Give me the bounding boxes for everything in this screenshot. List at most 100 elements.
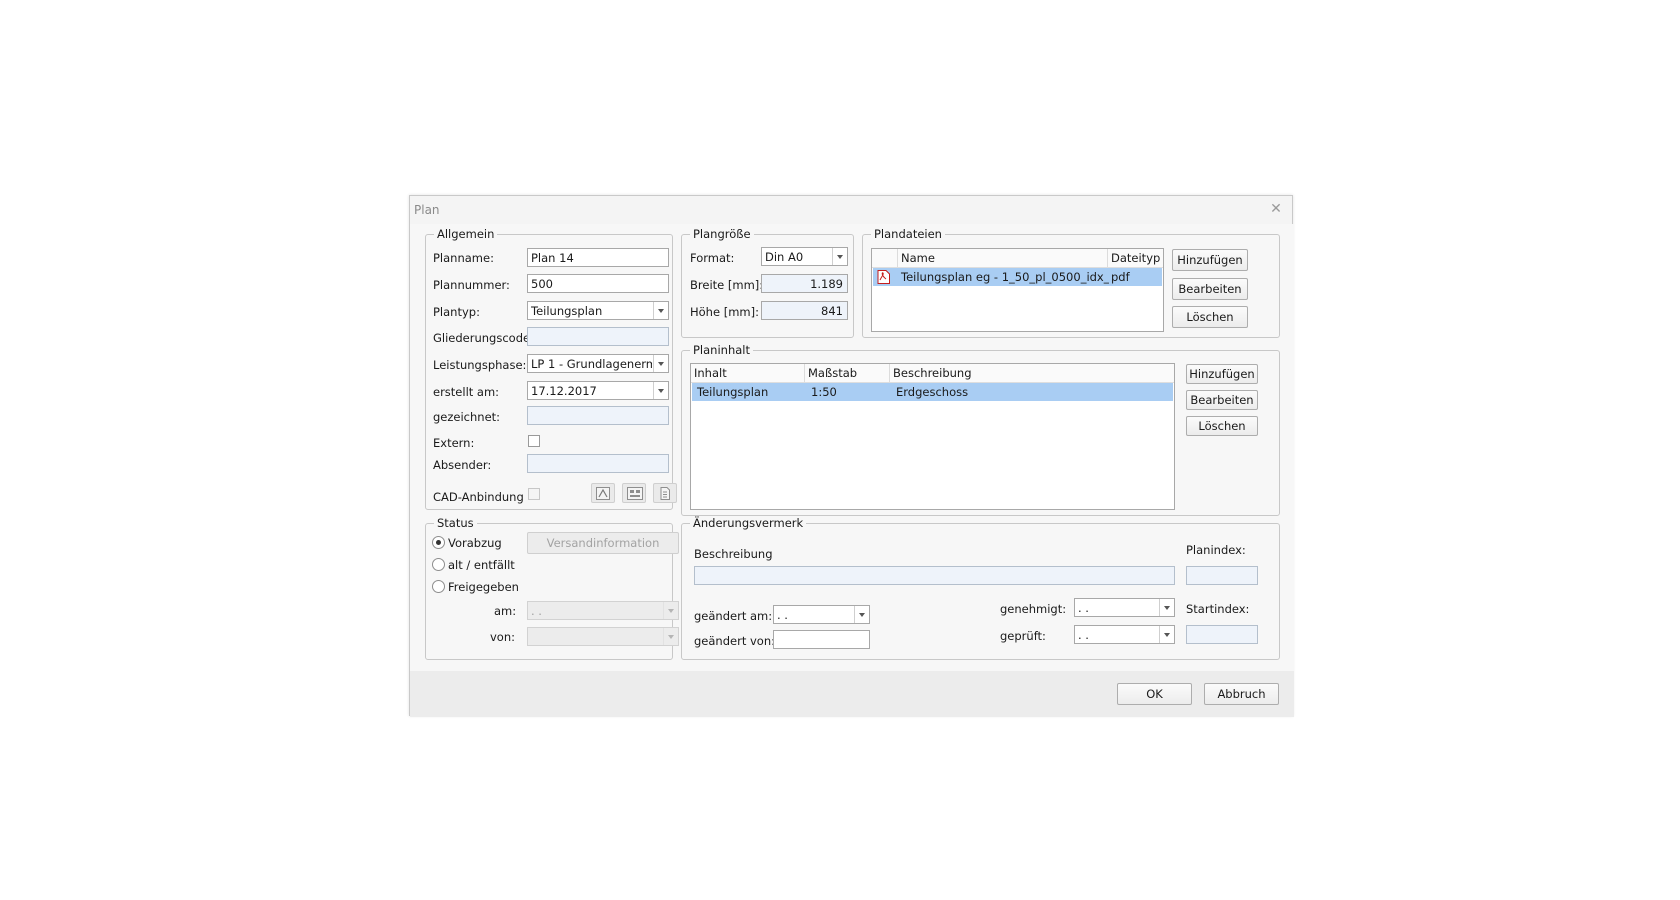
planinhalt-delete-button[interactable]: Löschen	[1186, 416, 1258, 436]
gezeichnet-input[interactable]	[527, 406, 669, 425]
plandateien-list[interactable]: Name Dateityp Teilungsplan eg - 1_50_pl_…	[871, 248, 1164, 332]
cancel-button[interactable]: Abbruch	[1204, 683, 1279, 705]
planinhalt-header: Inhalt Maßstab Beschreibung	[691, 364, 1174, 383]
beschreibung-cell: Erdgeschoss	[896, 385, 969, 399]
dwg-icon-button[interactable]	[622, 483, 646, 503]
plandateien-add-button[interactable]: Hinzufügen	[1172, 249, 1248, 271]
startindex-input[interactable]	[1186, 625, 1258, 644]
geprueft-value: . .	[1078, 628, 1089, 642]
format-select[interactable]: Din A0	[761, 247, 848, 266]
group-plandateien: Plandateien Name Dateityp Teilungsplan e…	[862, 227, 1280, 338]
planinhalt-add-button[interactable]: Hinzufügen	[1186, 364, 1258, 384]
am-label: am:	[494, 604, 517, 618]
chevron-down-icon[interactable]	[653, 382, 668, 399]
plannummer-input[interactable]	[527, 274, 669, 293]
legend-status: Status	[434, 516, 477, 530]
legend-allgemein: Allgemein	[434, 227, 498, 241]
column-dateityp[interactable]: Dateityp	[1108, 249, 1163, 267]
beschreibung-label: Beschreibung	[694, 547, 773, 561]
dialog-title: Plan	[414, 203, 440, 217]
document-icon	[660, 487, 670, 500]
geprueft-date-picker[interactable]: . .	[1074, 625, 1175, 644]
chevron-down-icon[interactable]	[854, 606, 869, 623]
column-name[interactable]: Name	[898, 249, 1108, 267]
freigegeben-label[interactable]: Freigegeben	[448, 580, 519, 594]
planindex-label: Planindex:	[1186, 543, 1246, 557]
cad-anbindung-label: CAD-Anbindung	[433, 490, 524, 504]
status-am-value: . .	[531, 604, 542, 618]
close-icon[interactable]: ✕	[1266, 199, 1286, 219]
status-am-date-picker[interactable]: . .	[527, 601, 679, 620]
legend-plangroesse: Plangröße	[690, 227, 754, 241]
aenderung-beschreibung-input[interactable]	[694, 566, 1175, 585]
erstellt-date-picker[interactable]: 17.12.2017	[527, 381, 669, 400]
dwg-icon	[627, 487, 643, 500]
group-planinhalt: Planinhalt Inhalt Maßstab Beschreibung T…	[681, 343, 1280, 516]
inhalt-cell: Teilungsplan	[697, 385, 769, 399]
radio-alt-entfaellt[interactable]	[432, 558, 445, 571]
plandateien-edit-button[interactable]: Bearbeiten	[1172, 278, 1248, 300]
chevron-down-icon[interactable]	[1159, 599, 1174, 616]
planname-input[interactable]	[527, 248, 669, 267]
chevron-down-icon[interactable]	[653, 302, 668, 319]
alt-entfaellt-label[interactable]: alt / entfällt	[448, 558, 515, 572]
plan-dialog: Plan ✕ Allgemein Planname: Plannummer: P…	[409, 195, 1294, 717]
massstab-cell: 1:50	[811, 385, 837, 399]
pdf-icon-button[interactable]	[591, 483, 615, 503]
planname-label: Planname:	[433, 251, 494, 265]
document-icon-button[interactable]	[653, 483, 677, 503]
group-aenderungsvermerk: Änderungsvermerk Beschreibung Planindex:…	[681, 516, 1280, 660]
file-name-cell: Teilungsplan eg - 1_50_pl_0500_idx_	[901, 270, 1109, 284]
gezeichnet-label: gezeichnet:	[433, 410, 501, 424]
planindex-input[interactable]	[1186, 566, 1258, 585]
format-value: Din A0	[765, 250, 804, 264]
von-label: von:	[490, 630, 516, 644]
geaendert-am-date-picker[interactable]: . .	[773, 605, 870, 624]
cad-anbindung-checkbox[interactable]	[528, 488, 540, 500]
table-row[interactable]: Teilungsplan eg - 1_50_pl_0500_idx_ pdf	[873, 268, 1162, 286]
column-massstab[interactable]: Maßstab	[805, 364, 890, 382]
title-bar: Plan ✕	[410, 196, 1292, 224]
chevron-down-icon[interactable]	[663, 602, 678, 619]
gliederungscode-input[interactable]	[527, 327, 669, 346]
column-inhalt[interactable]: Inhalt	[691, 364, 805, 382]
erstellt-label: erstellt am:	[433, 385, 500, 399]
chevron-down-icon[interactable]	[653, 355, 668, 372]
genehmigt-date-picker[interactable]: . .	[1074, 598, 1175, 617]
hoehe-input[interactable]	[761, 301, 848, 320]
radio-freigegeben[interactable]	[432, 580, 445, 593]
leistungsphase-select[interactable]: LP 1 - Grundlagenermittlung	[527, 354, 669, 373]
leistungsphase-value: LP 1 - Grundlagenermittlung	[531, 357, 652, 371]
column-beschreibung[interactable]: Beschreibung	[890, 364, 1174, 382]
absender-input[interactable]	[527, 454, 669, 473]
column-icon	[872, 249, 898, 267]
planinhalt-list[interactable]: Inhalt Maßstab Beschreibung Teilungsplan…	[690, 363, 1175, 510]
radio-vorabzug[interactable]	[432, 536, 445, 549]
group-status: Status Vorabzug alt / entfällt Freigegeb…	[425, 516, 679, 660]
vorabzug-label[interactable]: Vorabzug	[448, 536, 502, 550]
chevron-down-icon[interactable]	[832, 248, 847, 265]
group-plangroesse: Plangröße Format: Din A0 Breite [mm]: Hö…	[681, 227, 854, 338]
breite-input[interactable]	[761, 274, 848, 293]
legend-aenderungsvermerk: Änderungsvermerk	[690, 516, 807, 530]
chevron-down-icon[interactable]	[663, 628, 678, 645]
plandateien-delete-button[interactable]: Löschen	[1172, 306, 1248, 328]
leistungsphase-label: Leistungsphase:	[433, 358, 527, 372]
geaendert-von-input[interactable]	[773, 630, 870, 649]
chevron-down-icon[interactable]	[1159, 626, 1174, 643]
plantyp-select[interactable]: Teilungsplan	[527, 301, 669, 320]
versandinformation-button[interactable]: Versandinformation	[527, 532, 679, 554]
extern-label: Extern:	[433, 436, 475, 450]
legend-plandateien: Plandateien	[871, 227, 945, 241]
pdf-icon	[596, 487, 610, 500]
planinhalt-edit-button[interactable]: Bearbeiten	[1186, 390, 1258, 410]
startindex-label: Startindex:	[1186, 602, 1250, 616]
ok-button[interactable]: OK	[1117, 683, 1192, 705]
geaendert-am-value: . .	[777, 608, 788, 622]
extern-checkbox[interactable]	[528, 435, 540, 447]
geaendert-von-label: geändert von:	[694, 634, 775, 648]
pdf-file-icon	[877, 270, 890, 287]
file-type-cell: pdf	[1111, 270, 1130, 284]
status-von-select[interactable]	[527, 627, 679, 646]
table-row[interactable]: Teilungsplan 1:50 Erdgeschoss	[692, 383, 1173, 401]
